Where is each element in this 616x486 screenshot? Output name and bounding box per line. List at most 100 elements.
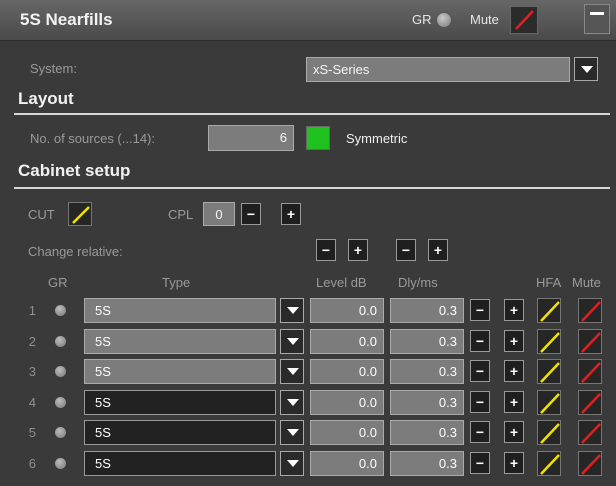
row-hfa-toggle-button[interactable]: [537, 298, 561, 323]
row-level-input[interactable]: 0.0: [310, 359, 384, 384]
row-type-arrow-icon[interactable]: [280, 329, 304, 354]
row-level-input[interactable]: 0.0: [310, 329, 384, 354]
row-hfa-toggle-button[interactable]: [537, 359, 561, 384]
gr-indicator-icon[interactable]: [436, 12, 452, 28]
row-delay-input[interactable]: 0.3: [390, 329, 464, 354]
cpl-minus-button[interactable]: −: [241, 203, 261, 225]
row-gr-indicator-icon[interactable]: [55, 397, 66, 408]
row-delay-minus-button[interactable]: −: [470, 360, 490, 382]
row-gr-indicator-icon[interactable]: [55, 458, 66, 469]
row-delay-plus-button[interactable]: +: [504, 360, 524, 382]
row-delay-plus-button[interactable]: +: [504, 391, 524, 413]
panel-title: 5S Nearfills: [20, 10, 113, 29]
gr-label: GR: [412, 12, 432, 27]
cabinet-divider: [14, 187, 610, 189]
level-relative-plus-button[interactable]: +: [348, 239, 368, 261]
system-dropdown[interactable]: xS-Series: [306, 57, 570, 82]
row-gr-indicator-icon[interactable]: [55, 336, 66, 347]
row-level-input[interactable]: 0.0: [310, 451, 384, 476]
cpl-label: CPL: [168, 207, 194, 222]
cut-toggle-button[interactable]: [68, 202, 92, 226]
row-delay-input[interactable]: 0.3: [390, 298, 464, 323]
row-type-dropdown[interactable]: 5S: [84, 359, 276, 384]
row-level-input[interactable]: 0.0: [310, 390, 384, 415]
row-delay-minus-button[interactable]: −: [470, 299, 490, 321]
collapse-button[interactable]: [584, 4, 610, 34]
red-slash-icon: [515, 10, 534, 30]
red-slash-icon: [581, 332, 601, 353]
column-dly: Dly/ms: [398, 275, 438, 290]
row-level-input[interactable]: 0.0: [310, 298, 384, 323]
row-delay-minus-button[interactable]: −: [470, 452, 490, 474]
row-gr-indicator-icon[interactable]: [55, 305, 66, 316]
row-level-input[interactable]: 0.0: [310, 420, 384, 445]
column-hfa: HFA: [536, 275, 562, 290]
symmetric-toggle[interactable]: [306, 126, 330, 150]
row-type-dropdown[interactable]: 5S: [84, 420, 276, 445]
row-type-dropdown[interactable]: 5S: [84, 298, 276, 323]
row-mute-toggle-button[interactable]: [578, 298, 602, 323]
row-mute-toggle-button[interactable]: [578, 420, 602, 445]
row-type-arrow-icon[interactable]: [280, 420, 304, 445]
row-mute-toggle-button[interactable]: [578, 390, 602, 415]
red-slash-icon: [581, 393, 601, 414]
row-delay-input[interactable]: 0.3: [390, 420, 464, 445]
row-hfa-toggle-button[interactable]: [537, 420, 561, 445]
row-delay-input[interactable]: 0.3: [390, 390, 464, 415]
row-delay-plus-button[interactable]: +: [504, 299, 524, 321]
yellow-slash-icon: [540, 362, 560, 383]
yellow-slash-icon: [540, 454, 560, 475]
row-type-arrow-icon[interactable]: [280, 298, 304, 323]
row-gr-indicator-icon[interactable]: [55, 366, 66, 377]
row-number: 5: [28, 425, 36, 440]
row-hfa-toggle-button[interactable]: [537, 329, 561, 354]
row-delay-minus-button[interactable]: −: [470, 421, 490, 443]
row-delay-input[interactable]: 0.3: [390, 359, 464, 384]
yellow-slash-icon: [540, 332, 560, 353]
row-hfa-toggle-button[interactable]: [537, 390, 561, 415]
row-delay-input[interactable]: 0.3: [390, 451, 464, 476]
column-level: Level dB: [316, 275, 367, 290]
row-delay-plus-button[interactable]: +: [504, 330, 524, 352]
row-number: 1: [28, 303, 36, 318]
cut-label: CUT: [28, 207, 55, 222]
row-type-arrow-icon[interactable]: [280, 451, 304, 476]
row-delay-plus-button[interactable]: +: [504, 421, 524, 443]
row-gr-indicator-icon[interactable]: [55, 427, 66, 438]
row-type-dropdown[interactable]: 5S: [84, 451, 276, 476]
row-type-dropdown[interactable]: 5S: [84, 329, 276, 354]
red-slash-icon: [581, 454, 601, 475]
yellow-slash-icon: [540, 393, 560, 414]
delay-relative-plus-button[interactable]: +: [428, 239, 448, 261]
change-relative-label: Change relative:: [28, 244, 123, 259]
delay-relative-minus-button[interactable]: −: [396, 239, 416, 261]
cpl-input[interactable]: 0: [203, 202, 235, 226]
yellow-slash-icon: [540, 301, 560, 322]
cpl-plus-button[interactable]: +: [281, 203, 301, 225]
row-number: 4: [28, 395, 36, 410]
row-mute-toggle-button[interactable]: [578, 329, 602, 354]
row-type-arrow-icon[interactable]: [280, 390, 304, 415]
red-slash-icon: [581, 301, 601, 322]
row-mute-toggle-button[interactable]: [578, 359, 602, 384]
yellow-slash-icon: [540, 423, 560, 444]
red-slash-icon: [581, 362, 601, 383]
mute-toggle-button[interactable]: [510, 6, 538, 34]
red-slash-icon: [581, 423, 601, 444]
row-mute-toggle-button[interactable]: [578, 451, 602, 476]
row-delay-plus-button[interactable]: +: [504, 452, 524, 474]
system-dropdown-arrow-icon[interactable]: [574, 57, 598, 81]
level-relative-minus-button[interactable]: −: [316, 239, 336, 261]
layout-divider: [14, 113, 610, 115]
system-label: System:: [30, 61, 77, 76]
mute-label: Mute: [470, 12, 499, 27]
layout-heading: Layout: [18, 89, 74, 108]
row-delay-minus-button[interactable]: −: [470, 330, 490, 352]
row-delay-minus-button[interactable]: −: [470, 391, 490, 413]
sources-input[interactable]: 6: [208, 125, 294, 151]
row-number: 6: [28, 456, 36, 471]
row-type-dropdown[interactable]: 5S: [84, 390, 276, 415]
row-hfa-toggle-button[interactable]: [537, 451, 561, 476]
column-gr: GR: [48, 275, 68, 290]
row-type-arrow-icon[interactable]: [280, 359, 304, 384]
